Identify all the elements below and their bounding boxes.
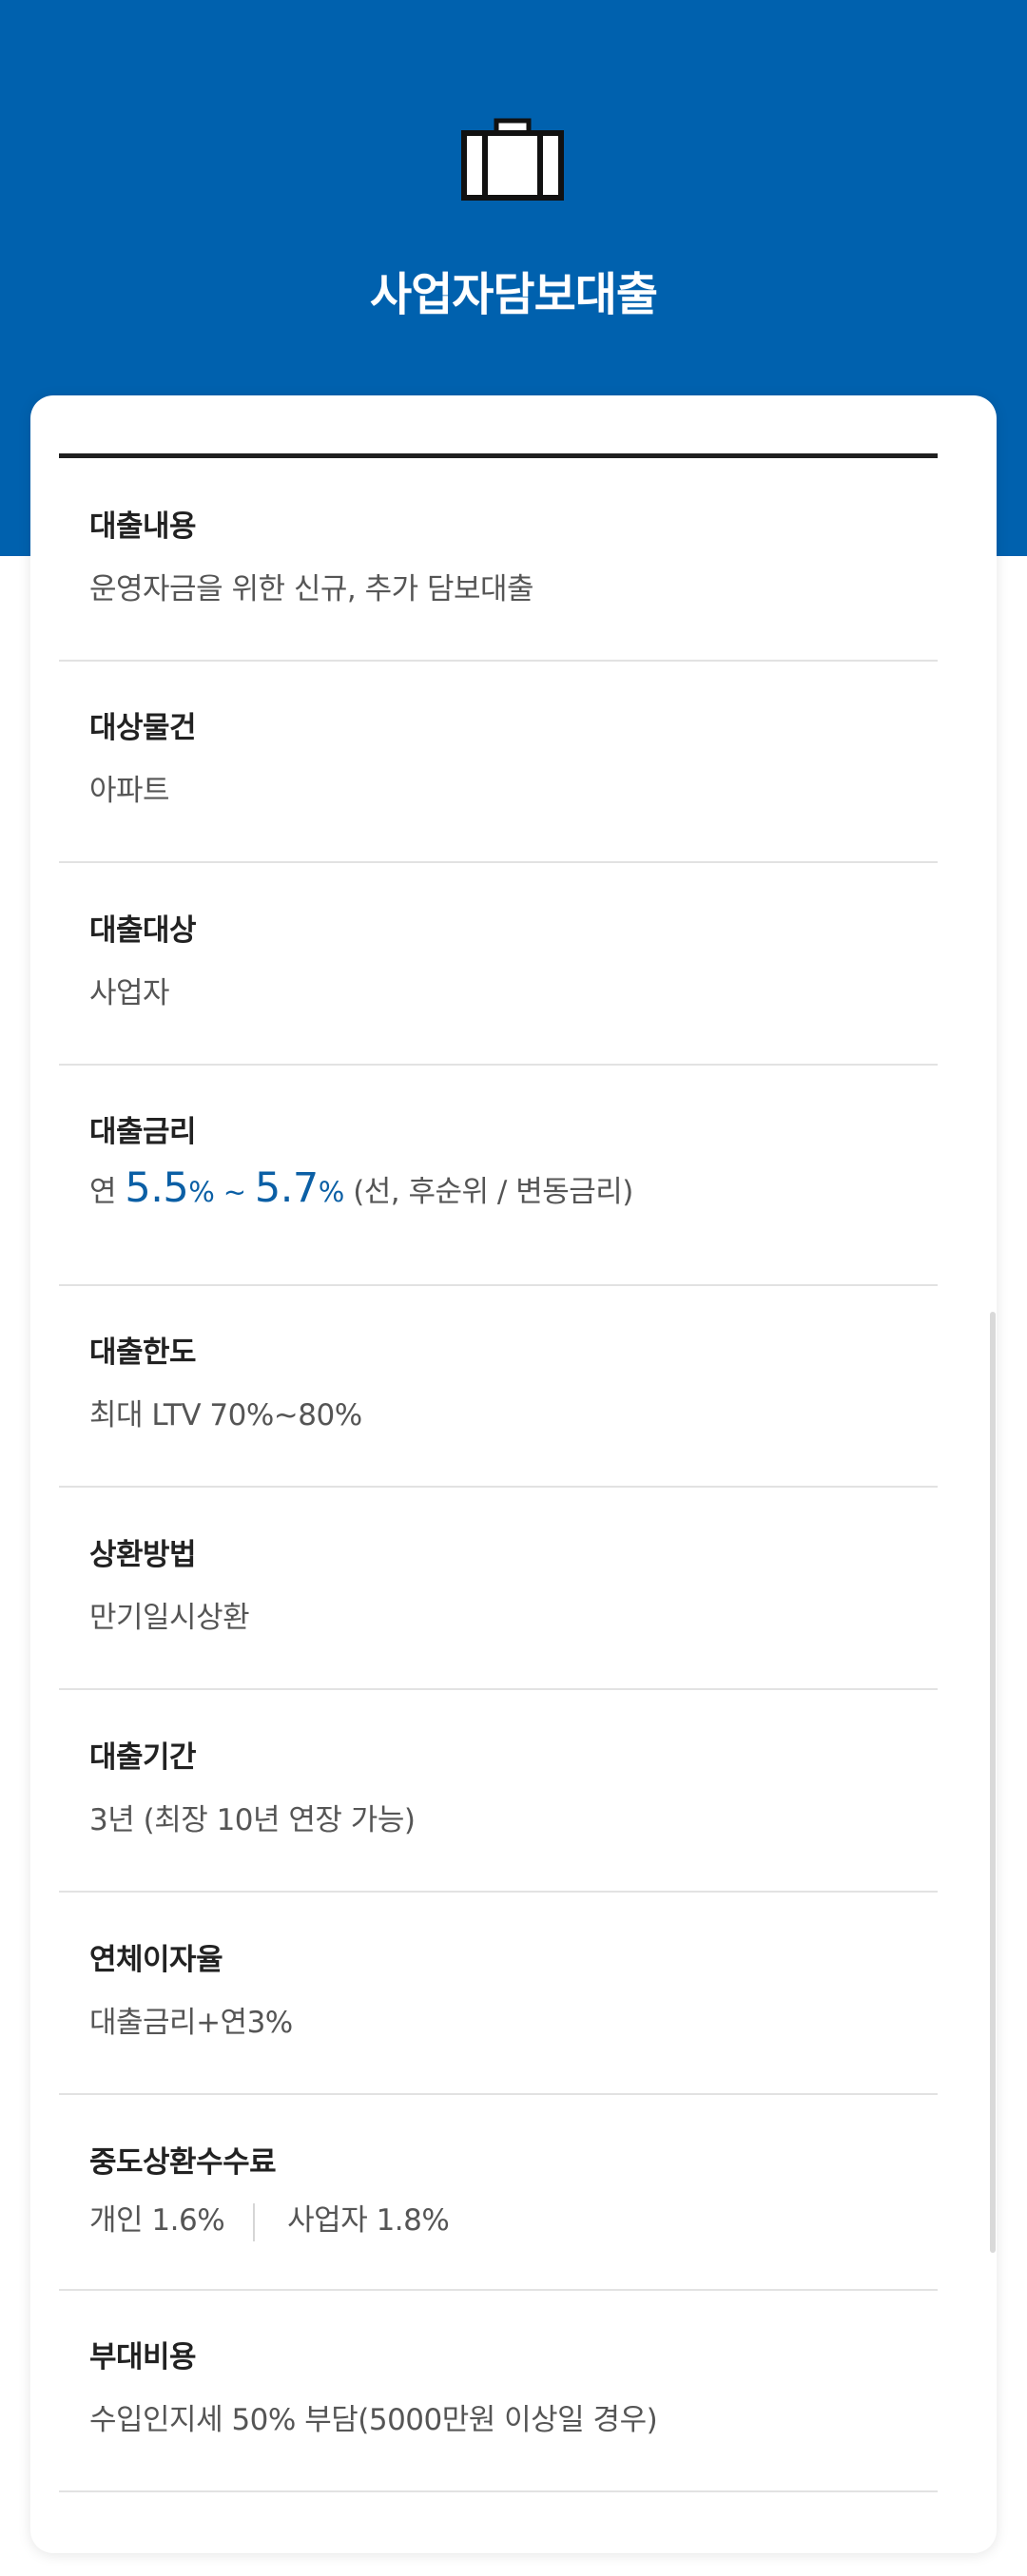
detail-row-prepayment-fee: 중도상환수수료 개인 1.6% 사업자 1.8%: [59, 2095, 938, 2291]
detail-row-extra-costs: 부대비용 수입인지세 50% 부담(5000만원 이상일 경우): [59, 2291, 938, 2492]
interest-rate-value: 연 5.5% ~ 5.7% (선, 후순위 / 변동금리): [89, 1164, 633, 1212]
briefcase-icon: [461, 118, 564, 201]
detail-label: 대상물건: [89, 711, 197, 745]
rate-suffix: (선, 후순위 / 변동금리): [353, 1175, 633, 1209]
detail-label: 부대비용: [89, 2340, 197, 2374]
detail-row-repayment: 상환방법 만기일시상환: [59, 1488, 938, 1690]
detail-label: 대출기간: [89, 1740, 197, 1775]
scrollbar-thumb[interactable]: [990, 1312, 996, 2253]
value-divider: [253, 2202, 256, 2241]
detail-row-interest-rate: 대출금리 연 5.5% ~ 5.7% (선, 후순위 / 변동금리): [59, 1066, 938, 1286]
fee-individual: 개인 1.6%: [89, 2203, 225, 2238]
rate-unit: %: [188, 1176, 215, 1208]
detail-label: 연체이자율: [89, 1943, 223, 1977]
detail-label: 상환방법: [89, 1538, 197, 1572]
detail-label: 중도상환수수료: [89, 2145, 277, 2180]
detail-label: 대출한도: [89, 1336, 197, 1370]
page-title: 사업자담보대출: [369, 268, 658, 321]
detail-row-target: 대출대상 사업자: [59, 863, 938, 1066]
detail-label: 대출대상: [89, 913, 197, 948]
rate-max: 5.7: [254, 1164, 319, 1212]
prepayment-fee-values: 개인 1.6% 사업자 1.8%: [89, 2196, 450, 2241]
detail-row-loan-content: 대출내용 운영자금을 위한 신규, 추가 담보대출: [59, 458, 938, 662]
detail-value: 최대 LTV 70%~80%: [89, 1398, 362, 1432]
detail-value: 수입인지세 50% 부담(5000만원 이상일 경우): [89, 2403, 658, 2437]
detail-value: 만기일시상환: [89, 1601, 250, 1635]
detail-label: 대출금리: [89, 1115, 197, 1149]
detail-value: 아파트: [89, 774, 170, 808]
rate-prefix: 연: [89, 1175, 117, 1209]
detail-value: 운영자금을 위한 신규, 추가 담보대출: [89, 572, 534, 606]
rate-min: 5.5: [125, 1164, 189, 1212]
rate-unit: %: [318, 1176, 345, 1208]
detail-value: 사업자: [89, 976, 170, 1010]
fee-business: 사업자 1.8%: [287, 2203, 450, 2238]
detail-row-collateral: 대상물건 아파트: [59, 662, 938, 863]
detail-row-limit: 대출한도 최대 LTV 70%~80%: [59, 1286, 938, 1488]
detail-row-overdue-rate: 연체이자율 대출금리+연3%: [59, 1893, 938, 2095]
detail-value: 3년 (최장 10년 연장 가능): [89, 1803, 416, 1837]
detail-value: 대출금리+연3%: [89, 2006, 293, 2040]
product-detail-page: 사업자담보대출 대출내용 운영자금을 위한 신규, 추가 담보대출 대상물건 아…: [0, 0, 1027, 2576]
detail-label: 대출내용: [89, 509, 197, 544]
detail-row-period: 대출기간 3년 (최장 10년 연장 가능): [59, 1690, 938, 1893]
rate-tilde: ~: [223, 1176, 246, 1208]
